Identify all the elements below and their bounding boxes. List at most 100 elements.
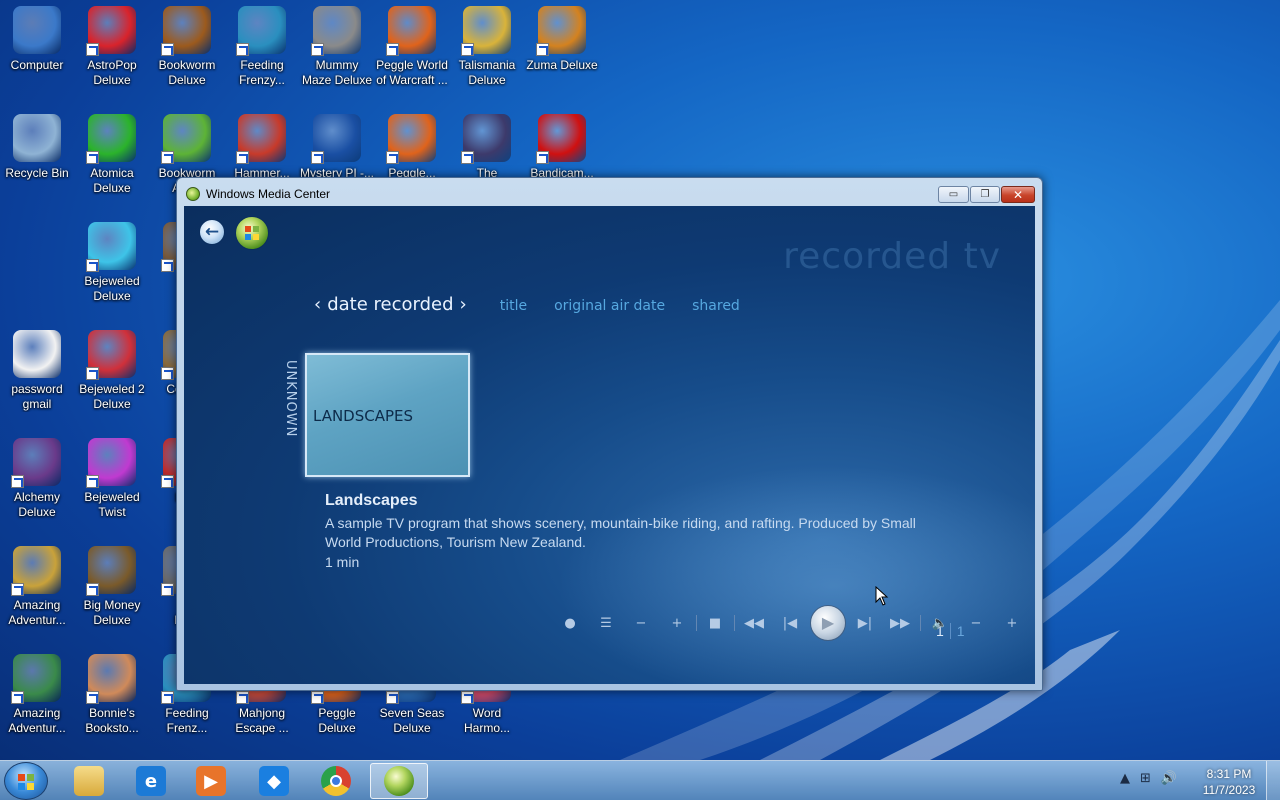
- desktop-icon[interactable]: Bejeweled Twist: [75, 432, 149, 532]
- shortcut-arrow-icon: [11, 691, 24, 704]
- desktop-icon-label: Peggle World of Warcraft ...: [376, 58, 448, 87]
- show-hidden-icons-icon[interactable]: ▲: [1120, 771, 1130, 786]
- shortcut-arrow-icon: [536, 43, 549, 56]
- transport-divider: [920, 615, 921, 631]
- taskbar-dropbox-button[interactable]: ◆: [245, 763, 303, 799]
- app-icon: [161, 6, 211, 56]
- desktop-icon[interactable]: Recycle Bin: [0, 108, 74, 208]
- desktop-icon[interactable]: Big Money Deluxe: [75, 540, 149, 640]
- sort-date-recorded[interactable]: ‹ date recorded ›: [308, 294, 473, 315]
- shortcut-arrow-icon: [461, 691, 474, 704]
- desktop-icon-label: password gmail: [11, 382, 63, 411]
- sort-title[interactable]: title: [500, 298, 527, 314]
- media-center-icon: [384, 766, 414, 796]
- app-icon: [13, 114, 61, 162]
- app-icon: [11, 654, 61, 704]
- maximize-button[interactable]: ❐: [970, 186, 1000, 203]
- title-bar[interactable]: Windows Media Center ▭ ❐ ✕: [177, 178, 1042, 206]
- channel-up-icon[interactable]: +: [666, 612, 688, 634]
- desktop-icon-label: Mahjong Escape ...: [235, 706, 289, 735]
- sort-original-air-date[interactable]: original air date: [554, 298, 665, 314]
- desktop-icon[interactable]: AstroPop Deluxe: [75, 0, 149, 100]
- pager-total: 1: [956, 623, 965, 639]
- record-icon[interactable]: ●: [559, 612, 581, 634]
- shortcut-arrow-icon: [161, 583, 174, 596]
- desktop-icon[interactable]: Atomica Deluxe: [75, 108, 149, 208]
- sort-active-label: date recorded: [327, 294, 454, 315]
- desktop-icon[interactable]: Computer: [0, 0, 74, 100]
- fast-forward-icon[interactable]: ▶▶: [889, 612, 911, 634]
- desktop-icon-label: Bejeweled Deluxe: [84, 274, 140, 303]
- close-button[interactable]: ✕: [1001, 186, 1035, 203]
- shortcut-arrow-icon: [11, 475, 24, 488]
- taskbar-media-center-button[interactable]: [370, 763, 428, 799]
- stop-icon[interactable]: ■: [704, 612, 726, 634]
- clock[interactable]: 8:31 PM 11/7/2023: [1196, 766, 1262, 798]
- back-button[interactable]: ←: [199, 219, 225, 245]
- app-icon: [86, 6, 136, 56]
- desktop-icon[interactable]: Mummy Maze Deluxe: [300, 0, 374, 100]
- transport-divider: [734, 615, 735, 631]
- window-title: Windows Media Center: [206, 187, 331, 201]
- desktop-icon-label: Computer: [10, 58, 64, 72]
- app-icon: [536, 6, 586, 56]
- desktop-icon[interactable]: Zuma Deluxe: [525, 0, 599, 100]
- volume-up-icon[interactable]: +: [1001, 612, 1023, 634]
- taskbar-explorer-button[interactable]: [60, 763, 118, 799]
- taskbar: e ▶ ◆ ▲ ⊞ 🔊 8:31 PM 11/7/2023: [0, 760, 1280, 800]
- show-desktop-button[interactable]: [1266, 761, 1280, 800]
- shortcut-arrow-icon: [86, 151, 99, 164]
- desktop-icon[interactable]: Bookworm Deluxe: [150, 0, 224, 100]
- volume-icon[interactable]: 🔊: [1161, 771, 1177, 786]
- desktop-icon[interactable]: Alchemy Deluxe: [0, 432, 74, 532]
- desktop-icon[interactable]: password gmail: [0, 324, 74, 424]
- taskbar-chrome-button[interactable]: [307, 763, 365, 799]
- recording-tile-landscapes[interactable]: LANDSCAPES: [305, 353, 470, 477]
- desktop-icon[interactable]: Bejeweled Deluxe: [75, 216, 149, 316]
- play-button[interactable]: ▶: [810, 605, 846, 641]
- desktop-icon[interactable]: Talismania Deluxe: [450, 0, 524, 100]
- shortcut-arrow-icon: [236, 691, 249, 704]
- media-center-start-button[interactable]: [235, 216, 269, 250]
- guide-icon[interactable]: ☰: [595, 612, 617, 634]
- desktop-icon[interactable]: Peggle World of Warcraft ...: [375, 0, 449, 100]
- chevron-right-icon[interactable]: ›: [460, 294, 467, 315]
- desktop-icon[interactable]: Amazing Adventur...: [0, 648, 74, 748]
- shortcut-arrow-icon: [86, 583, 99, 596]
- recording-description: A sample TV program that shows scenery, …: [325, 515, 916, 550]
- app-icon: [86, 222, 136, 272]
- shortcut-arrow-icon: [461, 43, 474, 56]
- shortcut-arrow-icon: [161, 475, 174, 488]
- taskbar-media-player-button[interactable]: ▶: [182, 763, 240, 799]
- desktop-icon-label: Zuma Deluxe: [526, 58, 598, 72]
- sort-shared[interactable]: shared: [692, 298, 740, 314]
- desktop-icon-label: Amazing Adventur...: [8, 598, 66, 627]
- app-icon: [11, 438, 61, 488]
- shortcut-arrow-icon: [536, 151, 549, 164]
- desktop-icon[interactable]: Bejeweled 2 Deluxe: [75, 324, 149, 424]
- start-button[interactable]: [4, 762, 48, 800]
- shortcut-arrow-icon: [161, 259, 174, 272]
- skip-back-icon[interactable]: |◀: [779, 612, 801, 634]
- mute-icon[interactable]: 🔈: [929, 612, 951, 634]
- app-icon: [461, 114, 511, 164]
- desktop-icon[interactable]: Amazing Adventur...: [0, 540, 74, 640]
- shortcut-arrow-icon: [86, 475, 99, 488]
- channel-down-icon[interactable]: −: [630, 612, 652, 634]
- chevron-left-icon[interactable]: ‹: [314, 294, 321, 315]
- network-icon[interactable]: ⊞: [1140, 771, 1151, 786]
- minimize-button[interactable]: ▭: [938, 186, 969, 203]
- shortcut-arrow-icon: [161, 367, 174, 380]
- sort-bar: ‹ date recorded › title original air date …: [308, 294, 740, 318]
- rewind-icon[interactable]: ◀◀: [743, 612, 765, 634]
- background-glow: [534, 456, 1035, 684]
- shortcut-arrow-icon: [161, 151, 174, 164]
- desktop-icon[interactable]: Bonnie's Booksto...: [75, 648, 149, 748]
- shortcut-arrow-icon: [86, 367, 99, 380]
- shortcut-arrow-icon: [86, 259, 99, 272]
- volume-down-icon[interactable]: −: [965, 612, 987, 634]
- skip-forward-icon[interactable]: ▶|: [854, 612, 876, 634]
- page-title: recorded tv: [783, 236, 1001, 277]
- taskbar-internet-explorer-button[interactable]: e: [122, 763, 180, 799]
- desktop-icon[interactable]: Feeding Frenzy...: [225, 0, 299, 100]
